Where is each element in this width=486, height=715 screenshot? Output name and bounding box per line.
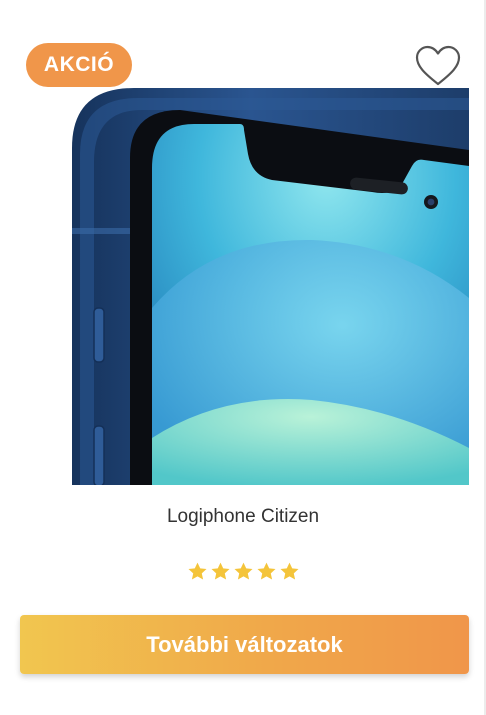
rating-stars [0,561,486,582]
star-icon [256,562,276,580]
star-icon [279,562,299,580]
star-icon [187,562,207,580]
star-icon [233,562,253,580]
heart-outline-icon [415,45,461,86]
product-card[interactable]: AKCIÓ Logiphone Citizen További változat… [0,0,486,715]
wishlist-button[interactable] [414,44,462,88]
more-variants-button[interactable]: További változatok [20,615,469,674]
phone-illustration [72,88,469,485]
star-icon [210,562,230,580]
product-image[interactable] [72,88,469,485]
sale-badge: AKCIÓ [26,43,132,87]
product-title[interactable]: Logiphone Citizen [0,506,486,528]
